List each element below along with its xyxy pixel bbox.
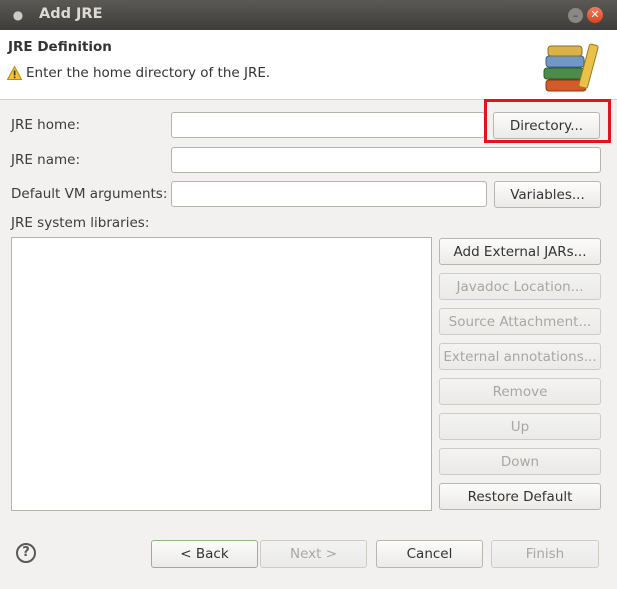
jre-home-label: JRE home:: [11, 117, 81, 133]
restore-default-button[interactable]: Restore Default: [439, 483, 601, 510]
close-button[interactable]: ✕: [587, 7, 603, 23]
jre-name-label: JRE name:: [11, 152, 81, 168]
warning-icon: [7, 66, 22, 80]
dialog-header: JRE Definition Enter the home directory …: [0, 30, 617, 100]
back-button[interactable]: < Back: [151, 540, 258, 568]
header-title: JRE Definition: [8, 39, 112, 55]
system-libraries-label: JRE system libraries:: [11, 215, 150, 231]
next-button[interactable]: Next >: [260, 540, 367, 568]
javadoc-location-label: Javadoc Location...: [456, 278, 584, 295]
variables-button[interactable]: Variables...: [494, 181, 601, 208]
external-annotations-label: External annotations...: [443, 348, 597, 365]
jre-name-input[interactable]: [171, 147, 601, 173]
add-external-jars-button[interactable]: Add External JARs...: [439, 238, 601, 265]
title-bar: ● Add JRE – ✕: [0, 0, 617, 30]
up-label: Up: [510, 418, 530, 435]
window-title: Add JRE: [39, 6, 103, 22]
down-button[interactable]: Down: [439, 448, 601, 475]
variables-button-label: Variables...: [510, 186, 585, 203]
finish-label: Finish: [525, 546, 565, 562]
header-message: Enter the home directory of the JRE.: [26, 65, 271, 81]
add-external-jars-label: Add External JARs...: [453, 243, 587, 260]
down-label: Down: [500, 453, 540, 470]
source-attachment-button[interactable]: Source Attachment...: [439, 308, 601, 335]
minimize-button[interactable]: –: [568, 8, 583, 23]
remove-label: Remove: [492, 383, 548, 400]
next-label: Next >: [289, 546, 338, 562]
system-libraries-list[interactable]: [11, 237, 432, 511]
jre-home-input[interactable]: [171, 112, 485, 138]
restore-default-label: Restore Default: [467, 488, 573, 505]
cancel-button[interactable]: Cancel: [376, 540, 483, 568]
external-annotations-button[interactable]: External annotations...: [439, 343, 601, 370]
vm-arguments-input[interactable]: [171, 181, 487, 207]
back-label: < Back: [180, 546, 229, 562]
highlight-box: [484, 99, 611, 143]
finish-button[interactable]: Finish: [491, 540, 599, 568]
remove-button[interactable]: Remove: [439, 378, 601, 405]
jre-library-icon: [543, 43, 599, 92]
window-menu-icon[interactable]: ●: [11, 8, 25, 22]
source-attachment-label: Source Attachment...: [448, 313, 592, 330]
up-button[interactable]: Up: [439, 413, 601, 440]
help-icon[interactable]: ?: [16, 543, 36, 563]
javadoc-location-button[interactable]: Javadoc Location...: [439, 273, 601, 300]
vm-arguments-label: Default VM arguments:: [11, 186, 168, 202]
cancel-label: Cancel: [406, 546, 453, 562]
